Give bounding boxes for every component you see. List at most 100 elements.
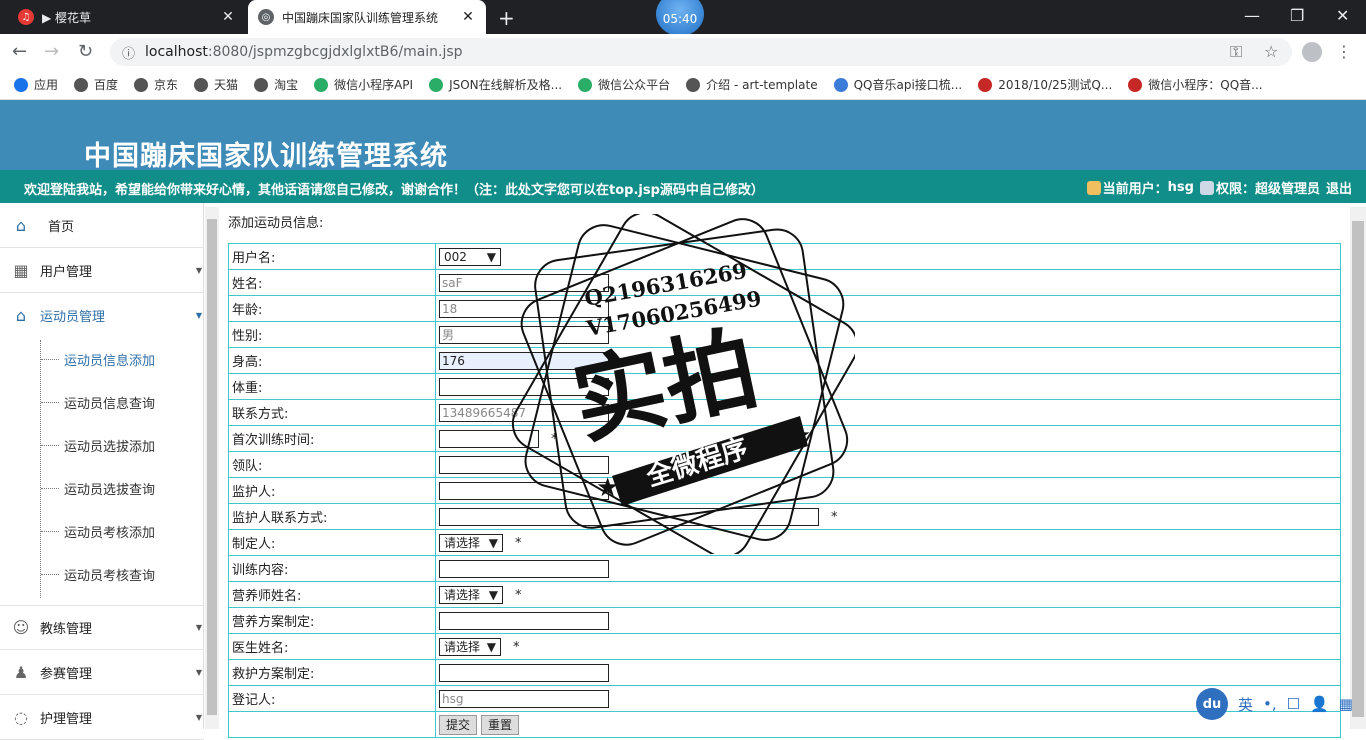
bookmark-item[interactable]: 淘宝 xyxy=(254,76,298,93)
address-bar: ← → ↻ ⓘ localhost :8080/jspmzgbcgjdxlglx… xyxy=(0,34,1366,70)
new-tab-button[interactable]: + xyxy=(498,6,515,30)
page-scrollbar[interactable] xyxy=(1350,207,1366,729)
scrollbar-thumb[interactable] xyxy=(1352,221,1364,717)
app-title: 中国蹦床国家队训练管理系统 xyxy=(84,141,448,172)
form-row: 身高: xyxy=(228,347,1341,374)
gender-input[interactable] xyxy=(439,325,609,344)
height-input[interactable] xyxy=(439,351,609,370)
doctor-select[interactable]: 请选择 ▼ xyxy=(439,637,501,656)
nutritionist-select[interactable]: 请选择 ▼ xyxy=(439,585,503,604)
sidebar-item-coach-management[interactable]: ☺ 教练管理 ▼ xyxy=(0,605,204,650)
bookmark-item[interactable]: 微信小程序API xyxy=(314,76,413,93)
sidebar-item-athlete-management[interactable]: ⌂ 运动员管理 ▼ xyxy=(0,293,204,338)
permission-label: 权限： xyxy=(1215,182,1255,197)
restore-button[interactable]: ❐ xyxy=(1290,6,1304,25)
scrollbar-thumb[interactable] xyxy=(207,219,217,715)
required-mark: * xyxy=(513,640,520,655)
sidebar-item-user-management[interactable]: ▦ 用户管理 ▼ xyxy=(0,248,204,293)
field-label: 监护人: xyxy=(228,477,436,504)
submenu-athlete-info-add[interactable]: 运动员信息添加 xyxy=(0,338,204,381)
sidebar-item-competition-management[interactable]: ♟ 参赛管理 ▼ xyxy=(0,650,204,695)
bookmark-item[interactable]: JSON在线解析及格... xyxy=(429,76,562,93)
contact-input[interactable] xyxy=(439,403,609,422)
sidebar-item-label: 运动员管理 xyxy=(40,310,106,325)
ime-grid-icon[interactable]: ▦ xyxy=(1339,695,1353,713)
guardian-contact-input[interactable] xyxy=(439,507,819,526)
ime-punct[interactable]: •, xyxy=(1263,695,1277,713)
registrar-input[interactable] xyxy=(439,689,609,708)
team-leader-input[interactable] xyxy=(439,455,609,474)
window-close-button[interactable]: ✕ xyxy=(1336,6,1349,25)
bookmark-label: 微信小程序：QQ音... xyxy=(1148,78,1263,92)
weight-input[interactable] xyxy=(439,377,609,396)
ime-skin-icon[interactable]: ☐ xyxy=(1287,695,1300,713)
logout-link[interactable]: 退出 xyxy=(1326,178,1352,197)
form-row: 制定人: 请选择 ▼ * xyxy=(228,529,1341,556)
browser-tab-sakura[interactable]: ♫ ▶ 樱花草 ✕ xyxy=(8,0,246,34)
ime-user-icon[interactable]: 👤 xyxy=(1310,695,1329,713)
current-user-label: 当前用户： xyxy=(1102,182,1168,197)
reset-button[interactable]: 重置 xyxy=(481,714,520,735)
bookmark-item[interactable]: 介绍 - art-template xyxy=(686,76,818,93)
sidebar-scrollbar[interactable] xyxy=(205,207,219,729)
age-input[interactable] xyxy=(439,299,609,318)
submenu-selection-add[interactable]: 运动员选拔添加 xyxy=(0,424,204,467)
minimize-button[interactable]: — xyxy=(1244,6,1260,25)
back-arrow-icon[interactable]: ← xyxy=(12,41,27,62)
welcome-text: 欢迎登陆我站，希望能给你带来好心情，其他话语请您自己修改，谢谢合作！（注：此处文… xyxy=(24,183,764,198)
key-icon[interactable]: ⚿ xyxy=(1230,42,1242,62)
tree-branch xyxy=(41,488,59,489)
submit-button[interactable]: 提交 xyxy=(439,714,478,735)
submenu-assessment-query[interactable]: 运动员考核查询 xyxy=(0,553,204,596)
guardian-input[interactable] xyxy=(439,481,609,500)
form-row: 用户名: 002 ▼ xyxy=(228,243,1341,270)
bookmark-item[interactable]: 2018/10/25测试Q... xyxy=(978,76,1112,93)
sidebar-item-care-management[interactable]: ◌ 护理管理 ▼ xyxy=(0,695,204,740)
tab-title: 中国蹦床国家队训练管理系统 xyxy=(282,10,439,25)
planner-select[interactable]: 请选择 ▼ xyxy=(439,533,503,552)
bookmark-icon xyxy=(429,77,444,92)
users-icon: ☺ xyxy=(12,618,30,637)
submenu-selection-query[interactable]: 运动员选拔查询 xyxy=(0,467,204,510)
bookmark-icon xyxy=(134,77,149,92)
tree-branch xyxy=(41,402,59,403)
star-icon[interactable]: ☆ xyxy=(1264,42,1278,61)
bookmark-label: 介绍 - art-template xyxy=(706,78,818,92)
ime-lang[interactable]: 英 xyxy=(1238,694,1253,715)
reload-icon[interactable]: ↻ xyxy=(78,41,93,62)
menu-dots-icon[interactable]: ⋮ xyxy=(1336,42,1352,61)
bookmark-item[interactable]: 京东 xyxy=(134,76,178,93)
rescue-plan-input[interactable] xyxy=(439,663,609,682)
bookmark-item[interactable]: QQ音乐api接口梳... xyxy=(833,76,962,93)
field-label: 营养方案制定: xyxy=(228,607,436,634)
browser-tab-main[interactable]: ◎ 中国蹦床国家队训练管理系统 ✕ xyxy=(248,0,486,34)
submenu-assessment-add[interactable]: 运动员考核添加 xyxy=(0,510,204,553)
bookmark-item[interactable]: 微信公众平台 xyxy=(578,76,670,93)
bookmark-item[interactable]: 天猫 xyxy=(194,76,238,93)
recording-clock: 05:40 xyxy=(656,0,704,36)
sidebar-item-label: 用户管理 xyxy=(40,264,93,280)
field-cell xyxy=(435,269,1341,296)
tree-guide-line xyxy=(40,340,41,598)
bookmark-item[interactable]: 应用 xyxy=(14,76,58,93)
bookmark-item[interactable]: 微信小程序：QQ音... xyxy=(1128,76,1263,93)
tab-close-icon[interactable]: ✕ xyxy=(460,9,476,25)
profile-avatar[interactable] xyxy=(1302,42,1322,62)
sidebar-item-home[interactable]: ⌂ 首页 xyxy=(0,203,204,248)
bookmark-item[interactable]: 百度 xyxy=(74,76,118,93)
submenu-athlete-info-query[interactable]: 运动员信息查询 xyxy=(0,381,204,424)
url-input[interactable]: ⓘ localhost :8080/jspmzgbcgjdxlglxtB6/ma… xyxy=(110,38,1292,66)
tab-close-icon[interactable]: ✕ xyxy=(220,9,236,25)
nutrition-plan-input[interactable] xyxy=(439,611,609,630)
name-input[interactable] xyxy=(439,273,609,292)
baidu-ime-logo[interactable]: du xyxy=(1196,688,1228,720)
info-icon[interactable]: ⓘ xyxy=(122,43,135,62)
training-content-input[interactable] xyxy=(439,559,609,578)
field-cell xyxy=(435,659,1341,686)
field-label xyxy=(228,711,436,738)
select-value: 请选择 xyxy=(444,536,481,550)
forward-arrow-icon[interactable]: → xyxy=(44,41,59,62)
username-select[interactable]: 002 ▼ xyxy=(439,247,501,266)
field-label: 登记人: xyxy=(228,685,436,712)
first-training-date-input[interactable] xyxy=(439,429,539,448)
